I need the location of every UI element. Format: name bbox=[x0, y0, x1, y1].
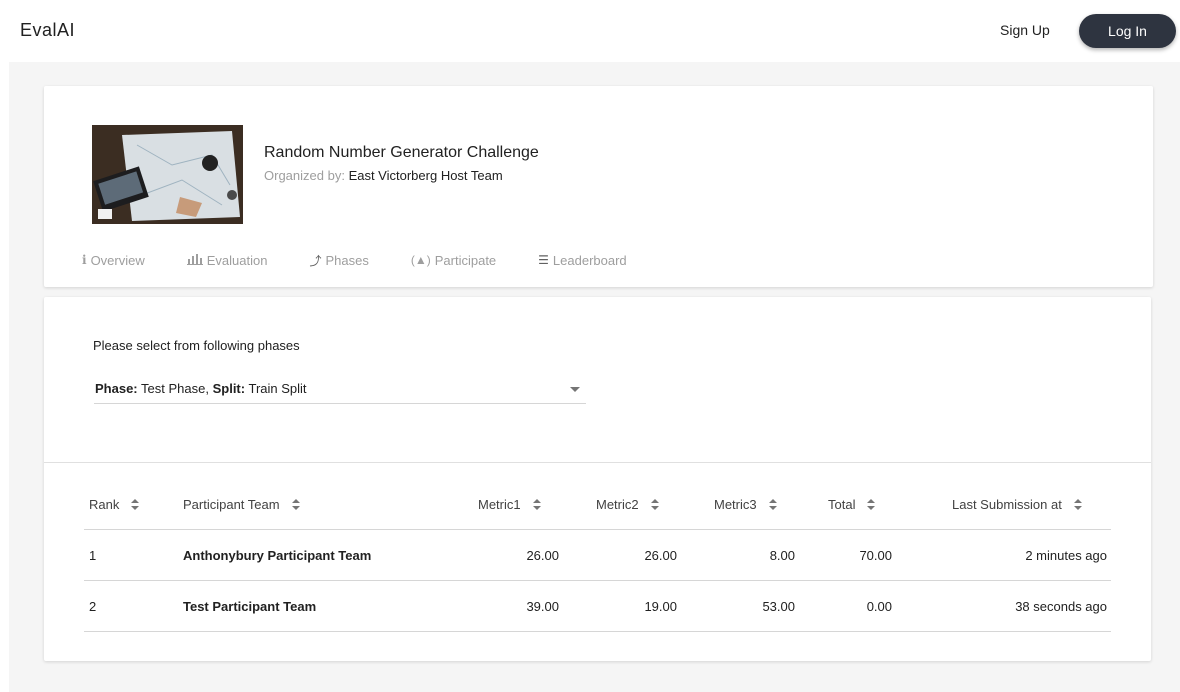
header-team-label: Participant Team bbox=[183, 497, 280, 512]
cell-metric1: 39.00 bbox=[526, 598, 559, 614]
header-participant-team[interactable]: Participant Team bbox=[183, 480, 300, 529]
evalai-logo[interactable]: EvalAI bbox=[20, 20, 75, 41]
cell-last-submission: 2 minutes ago bbox=[1025, 547, 1107, 563]
tab-participate[interactable]: (▲) Participate bbox=[411, 250, 496, 270]
sort-icon bbox=[131, 498, 140, 510]
list-icon: ☰ bbox=[538, 253, 549, 267]
header-rank[interactable]: Rank bbox=[89, 480, 140, 529]
header-metric2-label: Metric2 bbox=[596, 497, 639, 512]
dropdown-caret-icon bbox=[570, 387, 580, 392]
tab-leaderboard[interactable]: ☰ Leaderboard bbox=[538, 250, 627, 270]
cell-rank: 2 bbox=[89, 598, 97, 614]
cell-metric2: 19.00 bbox=[644, 598, 677, 614]
challenge-tabs: i Overview Evaluation ⤴ Phases (▲) Parti… bbox=[82, 250, 669, 270]
tab-overview[interactable]: i Overview bbox=[82, 250, 145, 270]
challenge-title: Random Number Generator Challenge bbox=[264, 144, 539, 161]
challenge-header-card: Random Number Generator Challenge Organi… bbox=[44, 86, 1153, 287]
table-row: 1 Anthonybury Participant Team 26.00 26.… bbox=[84, 530, 1111, 581]
top-navbar: EvalAI Sign Up Log In bbox=[0, 0, 1180, 62]
cell-team: Anthonybury Participant Team bbox=[183, 547, 372, 563]
sort-icon bbox=[768, 498, 777, 510]
tab-phases[interactable]: ⤴ Phases bbox=[309, 250, 368, 270]
organizer-name[interactable]: East Victorberg Host Team bbox=[349, 168, 503, 183]
tab-leaderboard-label: Leaderboard bbox=[552, 252, 627, 268]
header-metric1[interactable]: Metric1 bbox=[478, 480, 541, 529]
challenge-thumbnail bbox=[92, 125, 243, 224]
cell-rank: 1 bbox=[89, 547, 97, 563]
table-row: 2 Test Participant Team 39.00 19.00 53.0… bbox=[84, 581, 1111, 632]
phase-label: Phase: bbox=[95, 381, 138, 396]
cell-metric3: 53.00 bbox=[762, 598, 795, 614]
phase-select-prompt: Please select from following phases bbox=[93, 338, 300, 353]
cell-metric3: 8.00 bbox=[769, 547, 795, 563]
cell-total: 0.00 bbox=[866, 598, 892, 614]
leaderboard-card: Please select from following phases Phas… bbox=[44, 297, 1151, 661]
header-total-label: Total bbox=[828, 497, 856, 512]
sort-icon bbox=[532, 498, 541, 510]
cell-metric2: 26.00 bbox=[644, 547, 677, 563]
sort-icon bbox=[867, 498, 876, 510]
challenge-organizer: Organized by: East Victorberg Host Team bbox=[264, 168, 503, 183]
sort-icon bbox=[650, 498, 659, 510]
leaderboard-table: Rank Participant Team Metric1 Metric2 Me… bbox=[84, 480, 1111, 632]
header-total[interactable]: Total bbox=[828, 480, 876, 529]
info-icon: i bbox=[82, 253, 87, 267]
tab-evaluation[interactable]: Evaluation bbox=[186, 250, 268, 270]
header-metric3-label: Metric3 bbox=[714, 497, 757, 512]
header-metric2[interactable]: Metric2 bbox=[596, 480, 659, 529]
header-rank-label: Rank bbox=[89, 497, 120, 512]
tab-participate-label: Participate bbox=[434, 252, 497, 268]
split-label: Split: bbox=[212, 381, 246, 396]
cell-metric1: 26.00 bbox=[526, 547, 559, 563]
participate-icon: (▲) bbox=[410, 253, 431, 267]
cell-last-submission: 38 seconds ago bbox=[1015, 598, 1107, 614]
split-value: Train Split bbox=[248, 381, 307, 396]
sort-icon bbox=[291, 498, 300, 510]
cell-total: 70.00 bbox=[859, 547, 892, 563]
header-metric3[interactable]: Metric3 bbox=[714, 480, 777, 529]
cell-team: Test Participant Team bbox=[183, 598, 317, 614]
phase-split-select[interactable]: Phase: Test Phase, Split: Train Split bbox=[94, 373, 586, 404]
header-metric1-label: Metric1 bbox=[478, 497, 521, 512]
sign-up-link[interactable]: Sign Up bbox=[1000, 22, 1050, 38]
tab-evaluation-label: Evaluation bbox=[206, 252, 268, 268]
bar-chart-icon bbox=[186, 253, 203, 268]
phases-icon: ⤴ bbox=[309, 253, 322, 268]
tab-phases-label: Phases bbox=[325, 252, 369, 268]
organized-by-label: Organized by: bbox=[264, 168, 345, 183]
log-in-button[interactable]: Log In bbox=[1079, 14, 1176, 48]
section-divider bbox=[44, 462, 1151, 463]
header-last-submission-label: Last Submission at bbox=[952, 497, 1062, 512]
header-last-submission[interactable]: Last Submission at bbox=[952, 480, 1082, 529]
sort-icon bbox=[1073, 498, 1082, 510]
phase-split-value: Phase: Test Phase, Split: Train Split bbox=[95, 381, 307, 396]
tab-overview-label: Overview bbox=[90, 252, 145, 268]
phase-value: Test Phase, bbox=[141, 381, 209, 396]
table-header-row: Rank Participant Team Metric1 Metric2 Me… bbox=[84, 480, 1111, 530]
